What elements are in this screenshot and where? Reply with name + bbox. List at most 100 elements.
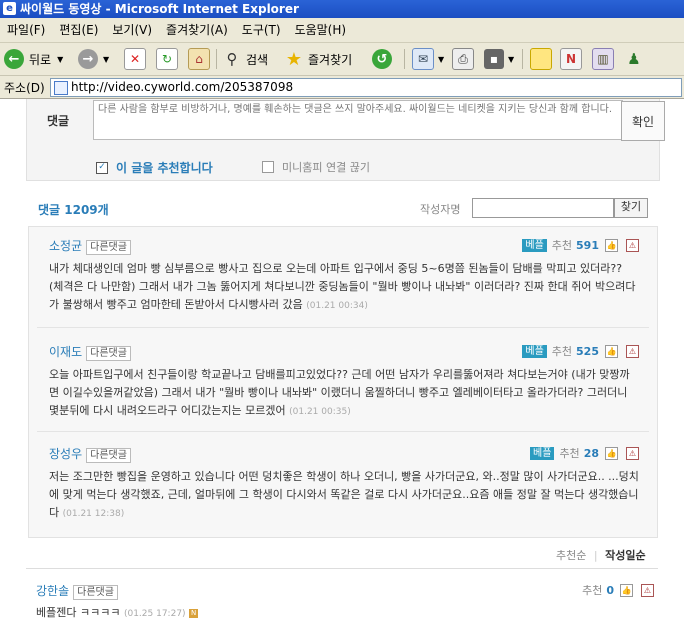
best-comments-box: 소정균 다른댓글 베플 추천 591 👍 ⚠ 내가 체대생인데 엄마 빵 심부름으… (28, 226, 658, 538)
search-label: 검색 (246, 52, 269, 67)
comment-form-label: 댓글 (47, 114, 70, 128)
comment-item: 강한솔 다른댓글 추천 0 👍 ⚠ 베플젠다 ㅋㅋㅋㅋ (01.25 17:27)… (36, 582, 656, 620)
notes-button[interactable] (530, 47, 552, 71)
thumbs-up-icon[interactable]: 👍 (605, 446, 618, 460)
other-comments-button[interactable]: 다른댓글 (86, 448, 131, 463)
report-icon[interactable]: ⚠ (626, 344, 639, 358)
best-badge: 베플 (522, 344, 547, 358)
comment-author[interactable]: 강한솔 (36, 584, 69, 598)
report-icon[interactable]: ⚠ (626, 446, 639, 460)
favorites-button[interactable]: ★ 즐겨찾기 (284, 47, 352, 71)
messenger-button[interactable]: N (560, 47, 582, 71)
contacts-button[interactable]: ♟ (624, 47, 644, 71)
recommend-count: 525 (576, 344, 599, 358)
search-button[interactable]: ⚲ 검색 (222, 47, 269, 71)
messenger-icon: N (560, 48, 582, 70)
address-label: 주소(D) (4, 81, 45, 95)
comment-textarea[interactable] (93, 100, 623, 140)
back-arrow-icon: ← (4, 49, 24, 69)
favorites-label: 즐겨찾기 (308, 52, 353, 67)
printer-icon: ⎙ (452, 48, 474, 70)
ie-app-icon: e (3, 2, 16, 15)
history-button[interactable]: ↺ (372, 47, 392, 71)
new-badge-icon: N (189, 608, 199, 618)
other-comments-button[interactable]: 다른댓글 (73, 585, 118, 600)
toolbar-separator (522, 49, 523, 69)
mail-icon: ✉ (412, 48, 434, 70)
comment-time: (01.21 00:35) (289, 407, 351, 417)
comment-divider (37, 327, 649, 328)
address-bar: 주소(D) http://video.cyworld.com/205387098 (0, 76, 684, 99)
comment-time: (01.25 17:27) (123, 609, 186, 619)
chevron-down-icon: ▼ (103, 54, 110, 64)
recommend-text: 추천 (559, 447, 580, 460)
address-input[interactable]: http://video.cyworld.com/205387098 (50, 78, 682, 97)
edit-icon: ▪ (484, 49, 504, 69)
refresh-icon: ↻ (156, 48, 178, 70)
note-icon (530, 48, 552, 70)
recommend-checkbox[interactable]: ✓ 이 글을 추천합니다 (96, 159, 213, 176)
thumbs-up-icon[interactable]: 👍 (620, 583, 633, 597)
best-badge: 베플 (530, 446, 555, 460)
comment-item: 이재도 다른댓글 베플 추천 525 👍 ⚠ 오늘 아파트입구에서 친구들이랑 학… (49, 343, 639, 421)
comment-meta: 베플 추천 525 👍 ⚠ (522, 343, 639, 359)
menu-tools[interactable]: 도구(T) (235, 18, 288, 42)
comment-author[interactable]: 소정균 (49, 239, 82, 253)
history-icon: ↺ (372, 49, 392, 69)
menu-bar: 파일(F) 편집(E) 보기(V) 즐겨찾기(A) 도구(T) 도움말(H) (0, 18, 684, 43)
minihompy-label: 미니홈피 연결 끊기 (282, 161, 370, 174)
forward-button[interactable]: → ▼ (78, 47, 109, 71)
recommend-text: 추천 (582, 584, 603, 597)
menu-favorites[interactable]: 즐겨찾기(A) (159, 18, 235, 42)
research-button[interactable]: ▥ (592, 47, 614, 71)
comment-author[interactable]: 이재도 (49, 345, 82, 359)
checkbox-checked-icon: ✓ (96, 161, 108, 174)
sort-by-date[interactable]: 작성일순 (605, 549, 645, 562)
home-icon: ⌂ (188, 48, 210, 70)
comment-count: 댓글 1209개 (38, 203, 109, 217)
report-icon[interactable]: ⚠ (641, 583, 654, 597)
window-titlebar: e 싸이월드 동영상 - Microsoft Internet Explorer (0, 0, 684, 18)
print-button[interactable]: ⎙ (452, 47, 474, 71)
stop-button[interactable]: ✕ (124, 47, 146, 71)
menu-edit[interactable]: 편집(E) (52, 18, 105, 42)
comment-time: (01.21 00:34) (306, 301, 368, 311)
users-icon: ♟ (627, 50, 641, 68)
minihompy-checkbox[interactable]: 미니홈피 연결 끊기 (262, 159, 370, 175)
menu-view[interactable]: 보기(V) (105, 18, 159, 42)
comment-item: 장성우 다른댓글 베플 추천 28 👍 ⚠ 저는 조그만한 빵집을 운영하고 있습… (49, 445, 639, 523)
sort-divider: | (593, 549, 598, 562)
thumbs-up-icon[interactable]: 👍 (605, 344, 618, 358)
thumbs-up-icon[interactable]: 👍 (605, 238, 618, 252)
best-badge: 베플 (522, 238, 547, 252)
edit-button[interactable]: ▪ ▼ (484, 47, 514, 71)
recommend-count: 0 (606, 583, 614, 597)
author-search-button[interactable]: 찾기 (614, 198, 648, 218)
standard-toolbar: ← 뒤로 ▼ → ▼ ✕ ↻ ⌂ ⚲ 검색 ★ 즐겨찾기 ↺ ✉ ▼ ⎙ ▪ ▼… (0, 43, 684, 76)
comment-body: 오늘 아파트입구에서 친구들이랑 학교끝나고 담배를피고있었다?? 근데 어떤 … (49, 366, 639, 421)
confirm-button[interactable]: 확인 (621, 101, 665, 141)
comment-author[interactable]: 장성우 (49, 447, 82, 461)
report-icon[interactable]: ⚠ (626, 238, 639, 252)
toolbar-separator (216, 49, 217, 69)
star-icon: ★ (285, 48, 303, 70)
menu-file[interactable]: 파일(F) (0, 18, 52, 42)
sort-bar: 추천순 | 작성일순 (556, 547, 646, 563)
back-button[interactable]: ← 뒤로 ▼ (4, 47, 63, 71)
back-label: 뒤로 (29, 52, 52, 67)
menu-help[interactable]: 도움말(H) (288, 18, 354, 42)
sort-by-recommend[interactable]: 추천순 (556, 549, 586, 562)
comment-meta: 추천 0 👍 ⚠ (582, 582, 654, 598)
comment-divider (37, 431, 649, 432)
other-comments-button[interactable]: 다른댓글 (86, 240, 131, 255)
home-button[interactable]: ⌂ (188, 47, 210, 71)
comment-body: 내가 체대생인데 엄마 빵 심부름으로 빵사고 집으로 오는데 아파트 입구에서… (49, 260, 639, 315)
page-content: 댓글 확인 ✓ 이 글을 추천합니다 미니홈피 연결 끊기 댓글 1209개 작… (0, 99, 684, 631)
other-comments-button[interactable]: 다른댓글 (86, 346, 131, 361)
author-search-input[interactable] (472, 198, 614, 218)
author-search-label: 작성자명 (420, 203, 461, 216)
chevron-down-icon: ▼ (508, 54, 515, 64)
comment-meta: 베플 추천 591 👍 ⚠ (522, 237, 639, 253)
refresh-button[interactable]: ↻ (156, 47, 178, 71)
mail-button[interactable]: ✉ ▼ (412, 47, 444, 71)
